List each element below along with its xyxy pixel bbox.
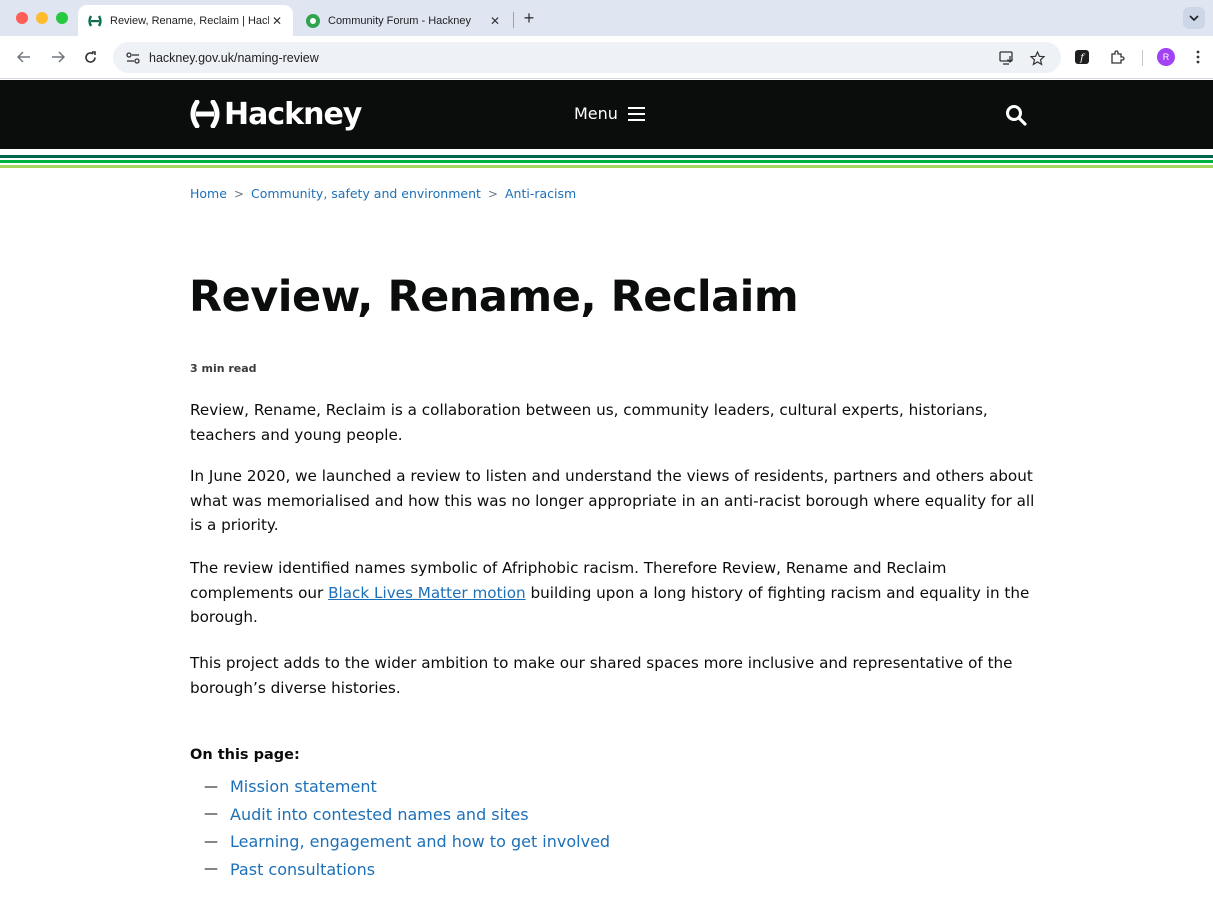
avatar: R bbox=[1157, 48, 1175, 66]
install-app-icon[interactable] bbox=[998, 49, 1016, 67]
tab-search-button[interactable] bbox=[1183, 7, 1205, 29]
hackney-logo-icon bbox=[88, 14, 102, 28]
extension-icon[interactable]: f bbox=[1073, 48, 1091, 66]
site-info-icon[interactable] bbox=[123, 48, 143, 68]
reload-button[interactable] bbox=[80, 47, 100, 67]
dash-bullet: — bbox=[204, 833, 218, 850]
dash-bullet: — bbox=[204, 861, 218, 878]
breadcrumb-anti-racism[interactable]: Anti-racism bbox=[505, 186, 576, 201]
arrow-right-icon bbox=[52, 51, 65, 63]
breadcrumb-home[interactable]: Home bbox=[190, 186, 227, 201]
kebab-menu-icon bbox=[1196, 50, 1200, 64]
hackney-logo[interactable]: Hackney bbox=[189, 96, 362, 132]
list-item: — Past consultations bbox=[204, 856, 610, 884]
reload-icon bbox=[84, 50, 96, 63]
chevron-right-icon: > bbox=[233, 186, 244, 201]
search-button[interactable] bbox=[1003, 102, 1029, 128]
hamburger-menu-icon bbox=[627, 106, 645, 121]
paragraph-afriphobic: The review identified names symbolic of … bbox=[190, 556, 1040, 630]
forum-pin-icon bbox=[306, 13, 320, 28]
dash-bullet: — bbox=[204, 806, 218, 823]
site-header: Hackney Menu bbox=[0, 80, 1213, 149]
menu-label: Menu bbox=[574, 104, 618, 123]
browser-tab-strip: Review, Rename, Reclaim | Hackney Counci… bbox=[0, 0, 1213, 36]
header-stripe-lime bbox=[0, 165, 1213, 168]
breadcrumb: Home > Community, safety and environment… bbox=[190, 186, 576, 201]
read-time: 3 min read bbox=[190, 362, 257, 375]
browser-toolbar: hackney.gov.uk/naming-review f R bbox=[0, 36, 1213, 79]
new-tab-button[interactable]: + bbox=[519, 8, 539, 28]
toolbar-divider bbox=[1142, 50, 1143, 66]
minimize-window-button[interactable] bbox=[36, 12, 48, 24]
menu-button[interactable]: Menu bbox=[574, 104, 645, 123]
address-bar[interactable]: hackney.gov.uk/naming-review bbox=[113, 42, 1061, 73]
paragraph-review: In June 2020, we launched a review to li… bbox=[190, 467, 1035, 534]
header-stripe-dark-green bbox=[0, 155, 1213, 158]
list-item: — Audit into contested names and sites bbox=[204, 801, 610, 829]
close-window-button[interactable] bbox=[16, 12, 28, 24]
hackney-logo-icon bbox=[190, 100, 220, 128]
on-this-page-heading: On this page: bbox=[190, 747, 300, 763]
forward-button[interactable] bbox=[48, 47, 68, 67]
url-text: hackney.gov.uk/naming-review bbox=[149, 50, 319, 65]
paragraph-ambition: This project adds to the wider ambition … bbox=[190, 654, 1013, 697]
tab-divider bbox=[513, 12, 514, 28]
arrow-left-icon bbox=[17, 51, 30, 63]
browser-menu-button[interactable] bbox=[1189, 48, 1207, 66]
chevron-right-icon: > bbox=[487, 186, 498, 201]
link-learning-engagement[interactable]: Learning, engagement and how to get invo… bbox=[230, 832, 610, 851]
maximize-window-button[interactable] bbox=[56, 12, 68, 24]
tab-title: Review, Rename, Reclaim | Hackney Counci… bbox=[110, 14, 269, 27]
logo-text: Hackney bbox=[224, 96, 362, 132]
breadcrumb-community-safety[interactable]: Community, safety and environment bbox=[251, 186, 481, 201]
link-audit-contested-names[interactable]: Audit into contested names and sites bbox=[230, 805, 529, 824]
close-tab-icon[interactable]: ✕ bbox=[269, 13, 285, 29]
tab-community-forum[interactable]: Community Forum - Hackney ✕ bbox=[296, 5, 511, 36]
page-title: Review, Rename, Reclaim bbox=[189, 272, 799, 322]
search-icon bbox=[1006, 105, 1027, 126]
close-tab-icon[interactable]: ✕ bbox=[487, 13, 503, 29]
list-item: — Learning, engagement and how to get in… bbox=[204, 828, 610, 856]
link-past-consultations[interactable]: Past consultations bbox=[230, 860, 375, 879]
list-item: — Mission statement bbox=[204, 773, 610, 801]
black-lives-matter-link[interactable]: Black Lives Matter motion bbox=[328, 584, 526, 602]
back-button[interactable] bbox=[14, 47, 34, 67]
extensions-puzzle-icon[interactable] bbox=[1108, 48, 1126, 66]
bookmark-star-icon[interactable] bbox=[1028, 49, 1046, 67]
on-this-page-list: — Mission statement — Audit into contest… bbox=[204, 773, 610, 883]
dash-bullet: — bbox=[204, 778, 218, 795]
tab-review-rename-reclaim[interactable]: Review, Rename, Reclaim | Hackney Counci… bbox=[78, 5, 293, 36]
link-mission-statement[interactable]: Mission statement bbox=[230, 777, 377, 796]
chevron-down-icon bbox=[1189, 15, 1199, 21]
paragraph-intro: Review, Rename, Reclaim is a collaborati… bbox=[190, 401, 988, 444]
profile-button[interactable]: R bbox=[1157, 48, 1175, 66]
header-stripe-green bbox=[0, 160, 1213, 163]
tab-title: Community Forum - Hackney bbox=[328, 14, 472, 27]
